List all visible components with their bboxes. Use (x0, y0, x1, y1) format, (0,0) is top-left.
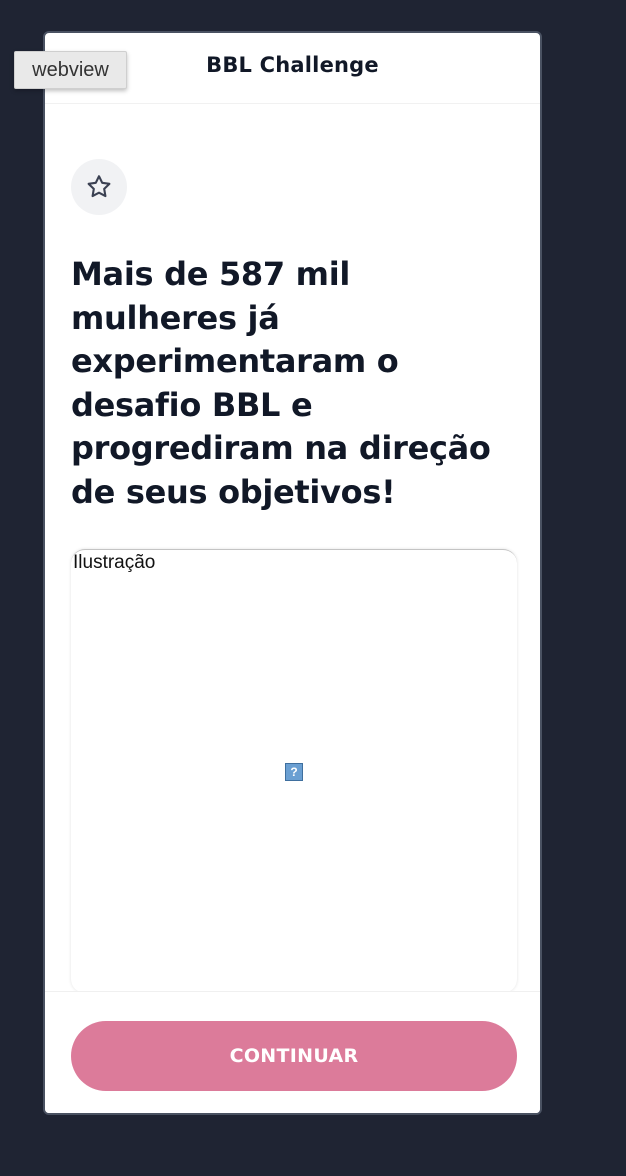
webview-frame: BBL Challenge Mais de 587 mil mulheres j… (43, 31, 542, 1115)
star-badge (71, 159, 127, 215)
continue-button[interactable]: CONTINUAR (71, 1021, 517, 1091)
footer-bar: CONTINUAR (45, 991, 540, 1113)
headline: Mais de 587 mil mulheres já experimentar… (71, 255, 491, 511)
illustration-alt-text: Ilustração (73, 552, 156, 573)
broken-image-icon: ? (285, 763, 303, 781)
webview-tooltip: webview (14, 51, 127, 89)
illustration-image: Ilustração ? (71, 549, 517, 993)
star-icon (87, 175, 111, 198)
